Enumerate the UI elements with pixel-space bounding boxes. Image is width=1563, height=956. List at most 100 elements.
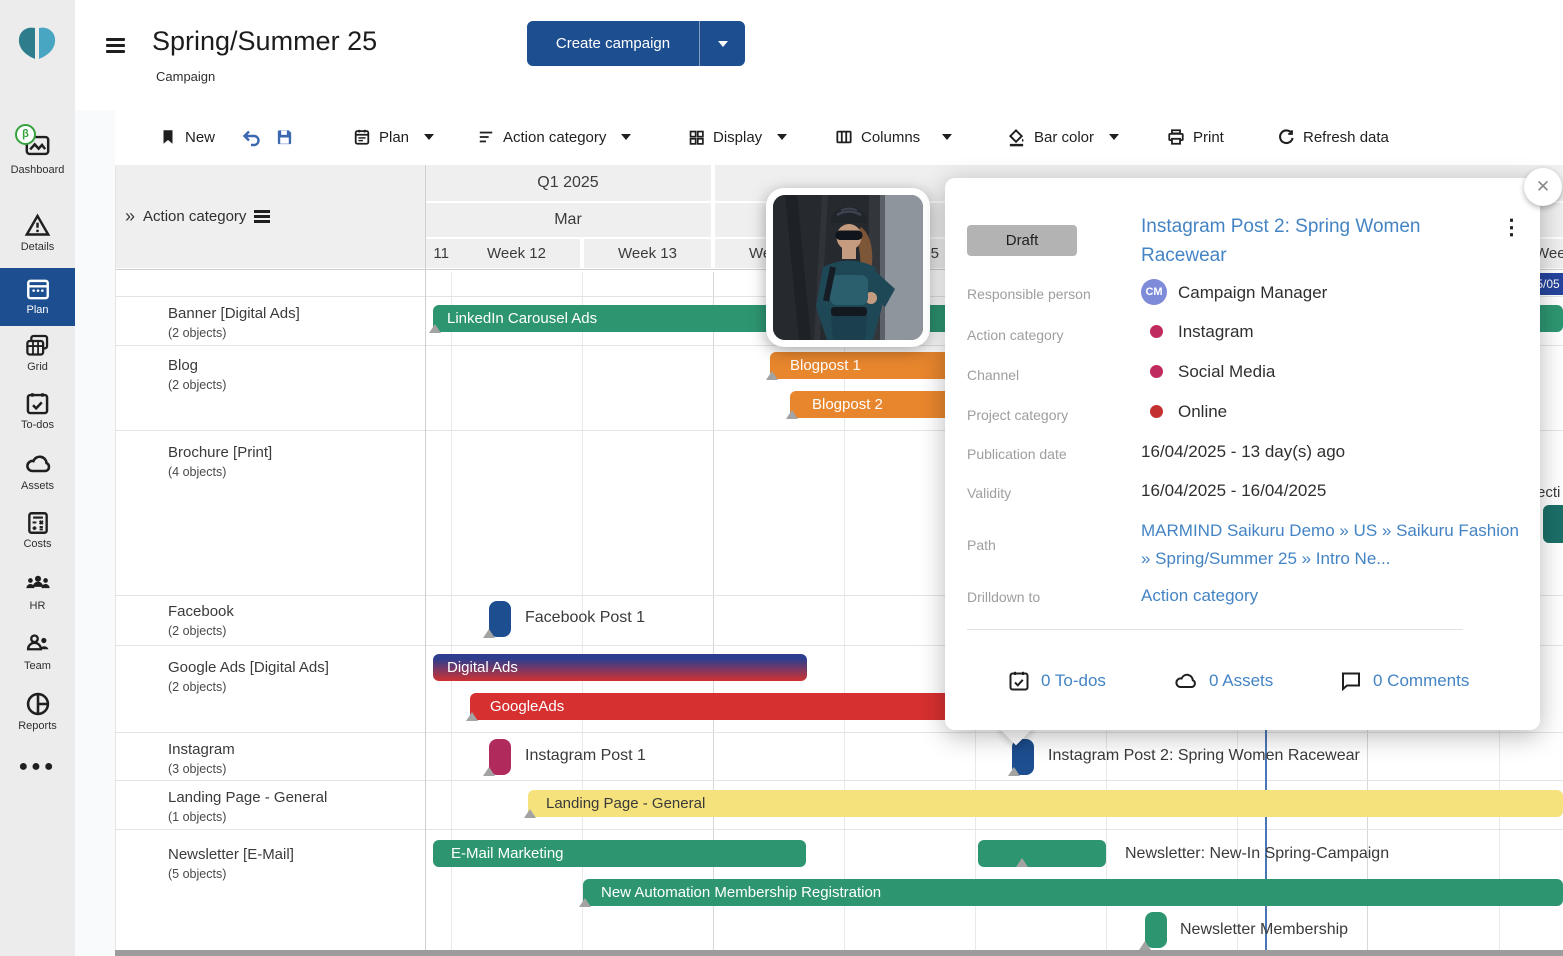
bar-label[interactable]: Newsletter: New-In Spring-Campaign xyxy=(1125,845,1389,863)
gantt-bar-new-automation[interactable]: New Automation Membership Registration xyxy=(583,879,1563,906)
category-row-instagram[interactable]: Instagram xyxy=(168,741,235,758)
toolbar-columns-dropdown[interactable]: Columns xyxy=(835,122,952,152)
create-campaign-dropdown[interactable] xyxy=(700,41,745,47)
gantt-left-header[interactable]: » Action category xyxy=(115,165,425,268)
paint-bucket-icon xyxy=(1007,128,1026,147)
milestone-label[interactable]: Newsletter Membership xyxy=(1180,921,1348,939)
field-label: Action category xyxy=(967,327,1064,343)
sidebar-item-label: Details xyxy=(21,241,55,253)
drilldown-link[interactable]: Action category xyxy=(1141,586,1258,606)
category-row-newsletter[interactable]: Newsletter [E-Mail] xyxy=(168,846,294,863)
bar-handle-icon[interactable] xyxy=(766,371,778,380)
horizontal-scrollbar[interactable] xyxy=(115,950,1563,956)
sidebar-item-team[interactable]: Team xyxy=(0,630,75,672)
milestone-label[interactable]: Facebook Post 1 xyxy=(525,609,645,627)
bar-handle-icon[interactable] xyxy=(1016,858,1028,867)
menu-hamburger-icon[interactable] xyxy=(106,35,125,56)
popup-title-link[interactable]: Instagram Post 2: Spring Women Racewear xyxy=(1141,212,1486,270)
category-row-blog[interactable]: Blog xyxy=(168,357,198,374)
sidebar-item-costs[interactable]: Costs xyxy=(0,510,75,550)
chevron-down-icon xyxy=(777,134,787,140)
field-value: 16/04/2025 - 13 day(s) ago xyxy=(1141,442,1345,462)
sidebar-item-assets[interactable]: Assets xyxy=(0,450,75,492)
create-campaign-label[interactable]: Create campaign xyxy=(527,35,699,52)
sidebar-item-details[interactable]: Details xyxy=(0,212,75,253)
category-row-count: (3 objects) xyxy=(168,762,226,776)
category-row-banner[interactable]: Banner [Digital Ads] xyxy=(168,305,300,322)
toolbar-undo-button[interactable] xyxy=(241,122,263,152)
preview-photo xyxy=(773,195,923,340)
warning-triangle-icon xyxy=(0,212,75,239)
row-menu-icon[interactable] xyxy=(254,208,270,226)
marmind-plan-view: β Dashboard Details Plan Grid xyxy=(0,0,1563,956)
sidebar-item-label: Grid xyxy=(27,361,48,373)
field-value: Campaign Manager xyxy=(1178,283,1327,303)
collapse-chevrons-icon[interactable]: » xyxy=(125,206,135,227)
category-row-facebook[interactable]: Facebook xyxy=(168,603,234,620)
bar-handle-icon[interactable] xyxy=(429,324,441,333)
popup-comments-link[interactable]: 0 Comments xyxy=(1339,669,1469,693)
undo-icon xyxy=(241,127,263,147)
popup-assets-link[interactable]: 0 Assets xyxy=(1172,669,1273,693)
kebab-menu-icon[interactable]: ⋮ xyxy=(1501,218,1522,238)
toolbar-bar-color-dropdown[interactable]: Bar color xyxy=(1007,122,1119,152)
toolbar-refresh-button[interactable]: Refresh data xyxy=(1277,122,1389,152)
page-title: Spring/Summer 25 xyxy=(152,26,377,57)
create-campaign-button[interactable]: Create campaign xyxy=(527,21,745,66)
bar-handle-icon[interactable] xyxy=(466,712,478,721)
printer-icon xyxy=(1167,128,1185,146)
toolbar-display-dropdown[interactable]: Display xyxy=(688,122,787,152)
toolbar-action-category-label: Action category xyxy=(503,129,606,146)
toolbar-new-label: New xyxy=(185,129,215,146)
toolbar-save-button[interactable] xyxy=(275,122,294,152)
bar-handle-icon[interactable] xyxy=(483,629,495,638)
toolbar-action-category-dropdown[interactable]: Action category xyxy=(477,122,631,152)
milestone-label[interactable]: Instagram Post 1 xyxy=(525,747,646,765)
edge-label-fragment: ecti xyxy=(1537,484,1560,501)
gantt-bar-digital-ads[interactable]: Digital Ads xyxy=(433,654,807,681)
toolbar-new-button[interactable]: New xyxy=(159,122,215,152)
path-link[interactable]: MARMIND Saikuru Demo » US » Saikuru Fash… xyxy=(1141,517,1523,573)
bar-handle-icon[interactable] xyxy=(483,767,495,776)
sidebar-item-reports[interactable]: Reports xyxy=(0,690,75,732)
category-row-google-ads[interactable]: Google Ads [Digital Ads] xyxy=(168,659,329,676)
category-row-landing-page[interactable]: Landing Page - General xyxy=(168,789,327,806)
close-icon[interactable]: ✕ xyxy=(1524,168,1562,206)
gantt-bar-email-marketing[interactable]: E-Mail Marketing xyxy=(433,840,806,867)
milestone-label[interactable]: Instagram Post 2: Spring Women Racewear xyxy=(1048,747,1360,765)
field-label: Validity xyxy=(967,485,1011,501)
field-label: Path xyxy=(967,537,996,553)
calendar-check-icon xyxy=(0,390,75,417)
project-color-dot xyxy=(1150,405,1163,418)
category-row-count: (2 objects) xyxy=(168,378,226,392)
gantt-bar-landing-page-general[interactable]: Landing Page - General xyxy=(528,790,1563,817)
field-value: Instagram xyxy=(1178,322,1254,342)
sidebar-item-label: Costs xyxy=(23,538,51,550)
sidebar-item-plan[interactable]: Plan xyxy=(0,268,75,326)
toolbar-print-button[interactable]: Print xyxy=(1167,122,1224,152)
row-divider xyxy=(115,829,1563,830)
category-row-brochure[interactable]: Brochure [Print] xyxy=(168,444,272,461)
bar-handle-icon[interactable] xyxy=(1008,767,1020,776)
sidebar-item-todos[interactable]: To-dos xyxy=(0,390,75,431)
bar-handle-icon[interactable] xyxy=(524,809,536,818)
popup-todos-link[interactable]: 0 To-dos xyxy=(1007,669,1106,693)
edge-bar-fragment[interactable] xyxy=(1543,505,1563,543)
sidebar-item-dashboard[interactable]: β Dashboard xyxy=(0,132,75,176)
timeline-month-cell: Mar xyxy=(425,203,711,237)
quarter-label: Q1 2025 xyxy=(537,174,598,192)
sidebar-item-hr[interactable]: HR xyxy=(0,570,75,612)
clipboard-calendar-icon xyxy=(353,128,371,146)
gantt-bar-newsletter-newin[interactable] xyxy=(978,840,1106,867)
toolbar-plan-dropdown[interactable]: Plan xyxy=(353,122,434,152)
category-row-count: (4 objects) xyxy=(168,465,226,479)
toolbar-print-label: Print xyxy=(1193,129,1224,146)
chevron-down-icon xyxy=(1109,134,1119,140)
bar-handle-icon[interactable] xyxy=(579,898,591,907)
sidebar-item-grid[interactable]: Grid xyxy=(0,332,75,373)
bar-handle-icon[interactable] xyxy=(1139,941,1151,950)
bar-handle-icon[interactable] xyxy=(786,410,798,419)
marmind-logo-icon[interactable] xyxy=(12,18,62,68)
two-people-icon xyxy=(0,630,75,658)
sidebar-item-more[interactable]: ●●● xyxy=(0,758,75,776)
